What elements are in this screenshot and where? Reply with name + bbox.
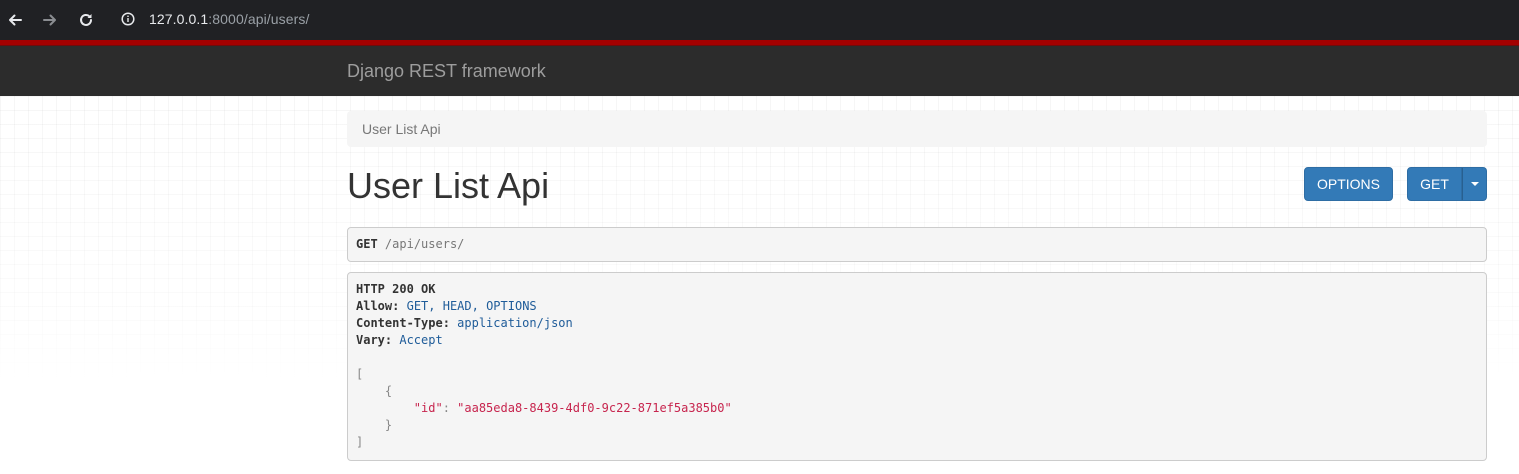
header-value: Accept [399,333,443,347]
response-header: Content-Type: application/json [356,315,1478,332]
json-close-brace: } [384,418,393,432]
brand-link[interactable]: Django REST framework [347,61,546,82]
header-value: application/json [457,316,573,330]
breadcrumb-item-active: User List Api [362,121,441,137]
json-close-bracket: ] [356,435,364,449]
address-bar[interactable]: 127.0.0.1:8000/api/users/ [114,3,1519,35]
browser-toolbar: 127.0.0.1:8000/api/users/ [0,0,1519,40]
json-line: { [356,383,1478,400]
get-button[interactable]: GET [1407,167,1462,201]
header-name: Vary: [356,333,393,347]
json-open-bracket: [ [356,367,364,381]
back-button[interactable] [0,5,30,35]
json-line: "id": "aa85eda8-8439-4df0-9c22-871ef5a38… [356,400,1478,417]
reload-icon [78,12,94,28]
response-header: Allow: GET, HEAD, OPTIONS [356,298,1478,315]
header-name: Allow: [356,299,400,313]
format-dropdown-toggle[interactable] [1462,167,1487,201]
header-name: Content-Type: [356,316,450,330]
options-button[interactable]: OPTIONS [1304,167,1393,201]
json-line: ] [356,434,1478,451]
reload-button[interactable] [71,5,101,35]
arrow-left-icon [7,12,23,28]
breadcrumb: User List Api [347,111,1487,147]
response-info: HTTP 200 OK Allow: GET, HEAD, OPTIONS Cont… [347,272,1487,461]
header-value: GET, HEAD, OPTIONS [406,299,537,313]
json-open-brace: { [384,384,393,398]
caret-down-icon [1470,182,1479,186]
url-text[interactable]: 127.0.0.1:8000/api/users/ [149,11,310,27]
request-method: GET [356,237,378,251]
request-path: /api/users/ [384,237,465,251]
json-colon: : [442,401,458,415]
url-path: :8000/api/users/ [208,11,310,27]
response-status: HTTP 200 OK [356,282,436,296]
url-host: 127.0.0.1 [149,11,209,27]
get-button-group: GET [1407,167,1487,201]
response-header: Vary: Accept [356,332,1478,349]
forward-button[interactable] [35,5,65,35]
info-circle-icon[interactable] [121,12,135,26]
json-string-value: "aa85eda8-8439-4df0-9c22-871ef5a385b0" [457,401,732,415]
page-title: User List Api [347,165,550,206]
json-key: "id" [413,401,443,415]
json-line: [ [356,366,1478,383]
navbar: Django REST framework [0,46,1519,96]
arrow-right-icon [42,12,58,28]
json-line: } [356,417,1478,434]
request-info: GET /api/users/ [347,227,1487,262]
response-status-line: HTTP 200 OK [356,281,1478,298]
